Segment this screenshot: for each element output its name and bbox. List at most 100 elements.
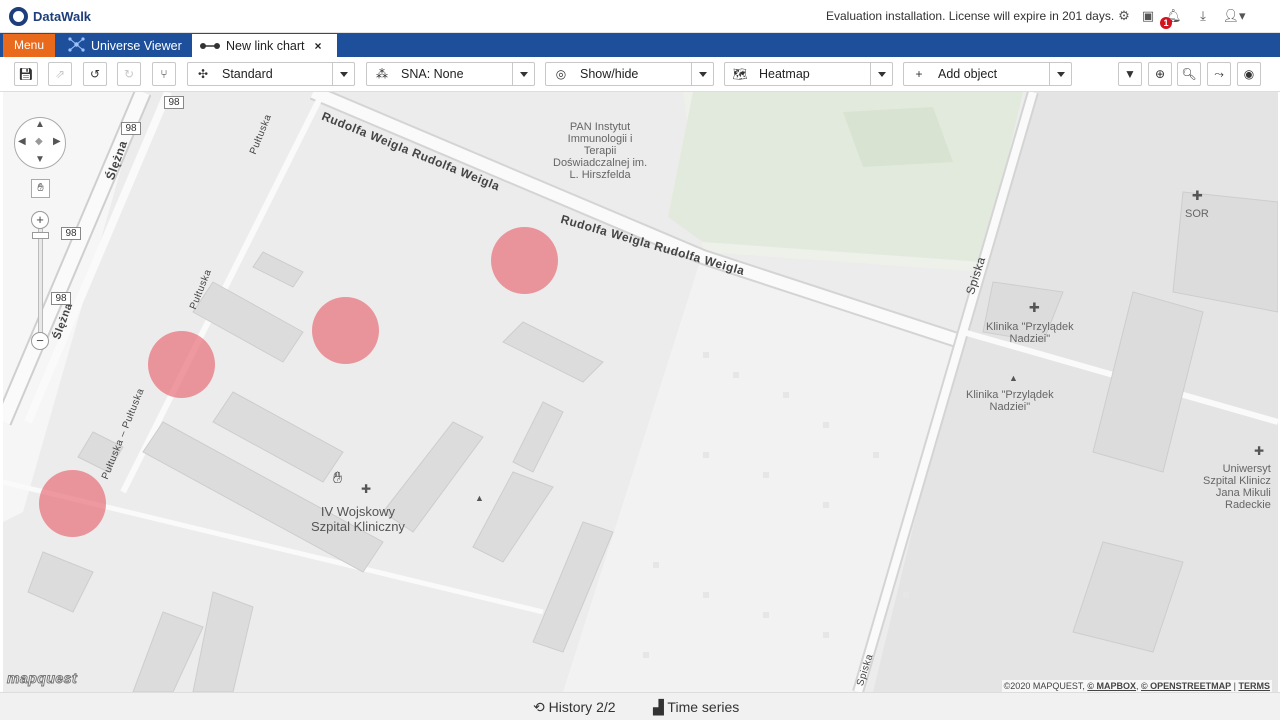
- menu-button[interactable]: Menu: [3, 34, 55, 57]
- sna-dropdown[interactable]: ⁂ SNA: None: [366, 62, 535, 86]
- tab-label: Universe Viewer: [91, 38, 182, 53]
- search-icon: 🔍︎: [1181, 67, 1197, 81]
- tab-new-link-chart[interactable]: New link chart ×: [192, 34, 337, 57]
- redo-icon: ↻: [123, 67, 135, 81]
- filter-icon: ▼: [1124, 67, 1136, 81]
- place-label-hospital: IV Wojskowy Szpital Kliniczny: [311, 504, 405, 534]
- place-label-klinika: Klinika "Przylądek Nadziei": [986, 321, 1074, 345]
- hand-tool-icon[interactable]: ✋︎: [31, 179, 50, 198]
- save-button[interactable]: 💾︎: [14, 62, 38, 86]
- user-icon[interactable]: 👤︎▾: [1222, 8, 1246, 24]
- chevron-down-icon: [870, 63, 892, 85]
- datawalk-logo-icon: [9, 6, 28, 26]
- bottom-bar: ⟲ History 2/2 ▟ Time series: [0, 692, 1280, 720]
- app-header: DataWalk Evaluation installation. Licens…: [0, 0, 1280, 33]
- time-series-button[interactable]: ▟ Time series: [653, 699, 739, 716]
- route-shield: 98: [61, 227, 81, 240]
- add-circle-button[interactable]: ⊕: [1148, 62, 1172, 86]
- pan-right-icon[interactable]: ▶: [53, 136, 61, 147]
- heatmap-dropdown[interactable]: 🗺︎ Heatmap: [724, 62, 893, 86]
- brand[interactable]: DataWalk: [9, 6, 92, 26]
- branch-icon: ⑂: [160, 67, 168, 81]
- settings-icon[interactable]: ⚙: [1116, 8, 1132, 24]
- mapquest-logo: mapquest: [6, 670, 78, 687]
- export-icon: ⇗: [54, 67, 66, 81]
- eye-icon: ◉: [1243, 67, 1255, 81]
- chevron-down-icon: [332, 63, 354, 85]
- plus-circle-icon: ⊕: [1154, 67, 1166, 81]
- undo-button[interactable]: ↺: [83, 62, 107, 86]
- tab-universe-viewer[interactable]: Universe Viewer: [60, 34, 188, 57]
- hospital-cross-icon: ✚: [1192, 188, 1203, 203]
- pan-center-icon[interactable]: ◆: [35, 136, 43, 147]
- zoom-out-icon[interactable]: −: [31, 332, 49, 350]
- toolbar: 💾︎ ⇗ ↺ ↻ ⑂ ✣ Standard ⁂ SNA: None ◎ Show…: [0, 57, 1280, 92]
- add-object-dropdown-label: Add object: [938, 67, 998, 81]
- heatmap-point[interactable]: [491, 227, 558, 294]
- add-object-dropdown[interactable]: + Add object: [903, 62, 1072, 86]
- chevron-down-icon: [512, 63, 534, 85]
- hospital-cross-icon: ✚: [1029, 300, 1040, 315]
- history-icon: ⟲: [533, 699, 545, 715]
- place-label-pan-institute: PAN Instytut Immunologii i Terapii Doświ…: [553, 121, 648, 181]
- school-icon: ▲: [1009, 373, 1018, 383]
- search-button[interactable]: 🔍︎: [1177, 62, 1201, 86]
- tab-bar: Menu Universe Viewer New link chart ×: [0, 33, 1280, 57]
- redo-button[interactable]: ↻: [117, 62, 141, 86]
- attribution-osm-link[interactable]: © OPENSTREETMAP: [1141, 681, 1231, 691]
- route-shield: 98: [51, 292, 71, 305]
- save-icon: 💾︎: [18, 67, 34, 81]
- chart-icon: ▟: [653, 699, 664, 715]
- map-attribution: ©2020 MAPQUEST, © MAPBOX, © OPENSTREETMA…: [1001, 680, 1272, 692]
- layout-dropdown[interactable]: ✣ Standard: [187, 62, 355, 86]
- pan-down-icon[interactable]: ▼: [35, 154, 45, 165]
- map-icon: 🗺︎: [732, 67, 748, 81]
- brand-name: DataWalk: [33, 8, 92, 24]
- place-label-university: Uniwersyt Szpital Klinicz Jana Mikuli Ra…: [1203, 463, 1271, 511]
- undo-icon: ↺: [89, 67, 101, 81]
- heatmap-point[interactable]: [312, 297, 379, 364]
- cursor-hand-icon: ✋︎: [333, 470, 343, 487]
- layout-dropdown-label: Standard: [222, 67, 273, 81]
- landmark-icon: ▲: [475, 493, 484, 503]
- attribution-copyright: ©2020 MAPQUEST,: [1003, 681, 1085, 691]
- path-icon: ⤳: [1214, 67, 1224, 81]
- pan-up-icon[interactable]: ▲: [35, 119, 45, 130]
- pan-control[interactable]: ▲ ▼ ◀ ▶ ◆: [14, 117, 66, 169]
- showhide-dropdown-label: Show/hide: [580, 67, 639, 81]
- hospital-cross-icon: ✚: [1254, 444, 1265, 458]
- sna-dropdown-label: SNA: None: [401, 67, 464, 81]
- close-icon[interactable]: ×: [315, 39, 322, 53]
- map-view[interactable]: Rudolfa Weigla Rudolfa Weigla Rudolfa We…: [3, 92, 1278, 692]
- link-chart-icon: [200, 39, 220, 53]
- export-button[interactable]: ⇗: [48, 62, 72, 86]
- notification-badge: 1: [1160, 17, 1172, 29]
- heatmap-dropdown-label: Heatmap: [759, 67, 810, 81]
- attribution-terms-link[interactable]: TERMS: [1239, 681, 1271, 691]
- zoom-slider-handle[interactable]: [32, 232, 49, 239]
- branch-button[interactable]: ⑂: [152, 62, 176, 86]
- copy-icon[interactable]: ▣: [1140, 8, 1156, 24]
- eye-button[interactable]: ◉: [1237, 62, 1261, 86]
- time-series-label: Time series: [667, 699, 740, 715]
- heatmap-point[interactable]: [39, 470, 106, 537]
- download-icon[interactable]: ⤓: [1195, 8, 1211, 24]
- pan-left-icon[interactable]: ◀: [18, 136, 26, 147]
- heatmap-point[interactable]: [148, 331, 215, 398]
- license-notice: Evaluation installation. License will ex…: [826, 9, 1115, 23]
- universe-icon: [68, 36, 85, 55]
- path-button[interactable]: ⤳: [1207, 62, 1231, 86]
- plus-icon: +: [915, 67, 923, 81]
- route-shield: 98: [121, 122, 141, 135]
- attribution-mapbox-link[interactable]: © MAPBOX: [1087, 681, 1136, 691]
- history-button[interactable]: ⟲ History 2/2: [533, 699, 616, 716]
- sna-icon: ⁂: [376, 67, 388, 81]
- history-label: History 2/2: [548, 699, 616, 715]
- showhide-dropdown[interactable]: ◎ Show/hide: [545, 62, 714, 86]
- layout-icon: ✣: [197, 67, 209, 81]
- hospital-cross-icon: ✚: [361, 482, 372, 496]
- filter-button[interactable]: ▼: [1118, 62, 1142, 86]
- place-label-sor: SOR: [1185, 208, 1209, 220]
- zoom-in-icon[interactable]: +: [31, 211, 49, 229]
- chevron-down-icon: [691, 63, 713, 85]
